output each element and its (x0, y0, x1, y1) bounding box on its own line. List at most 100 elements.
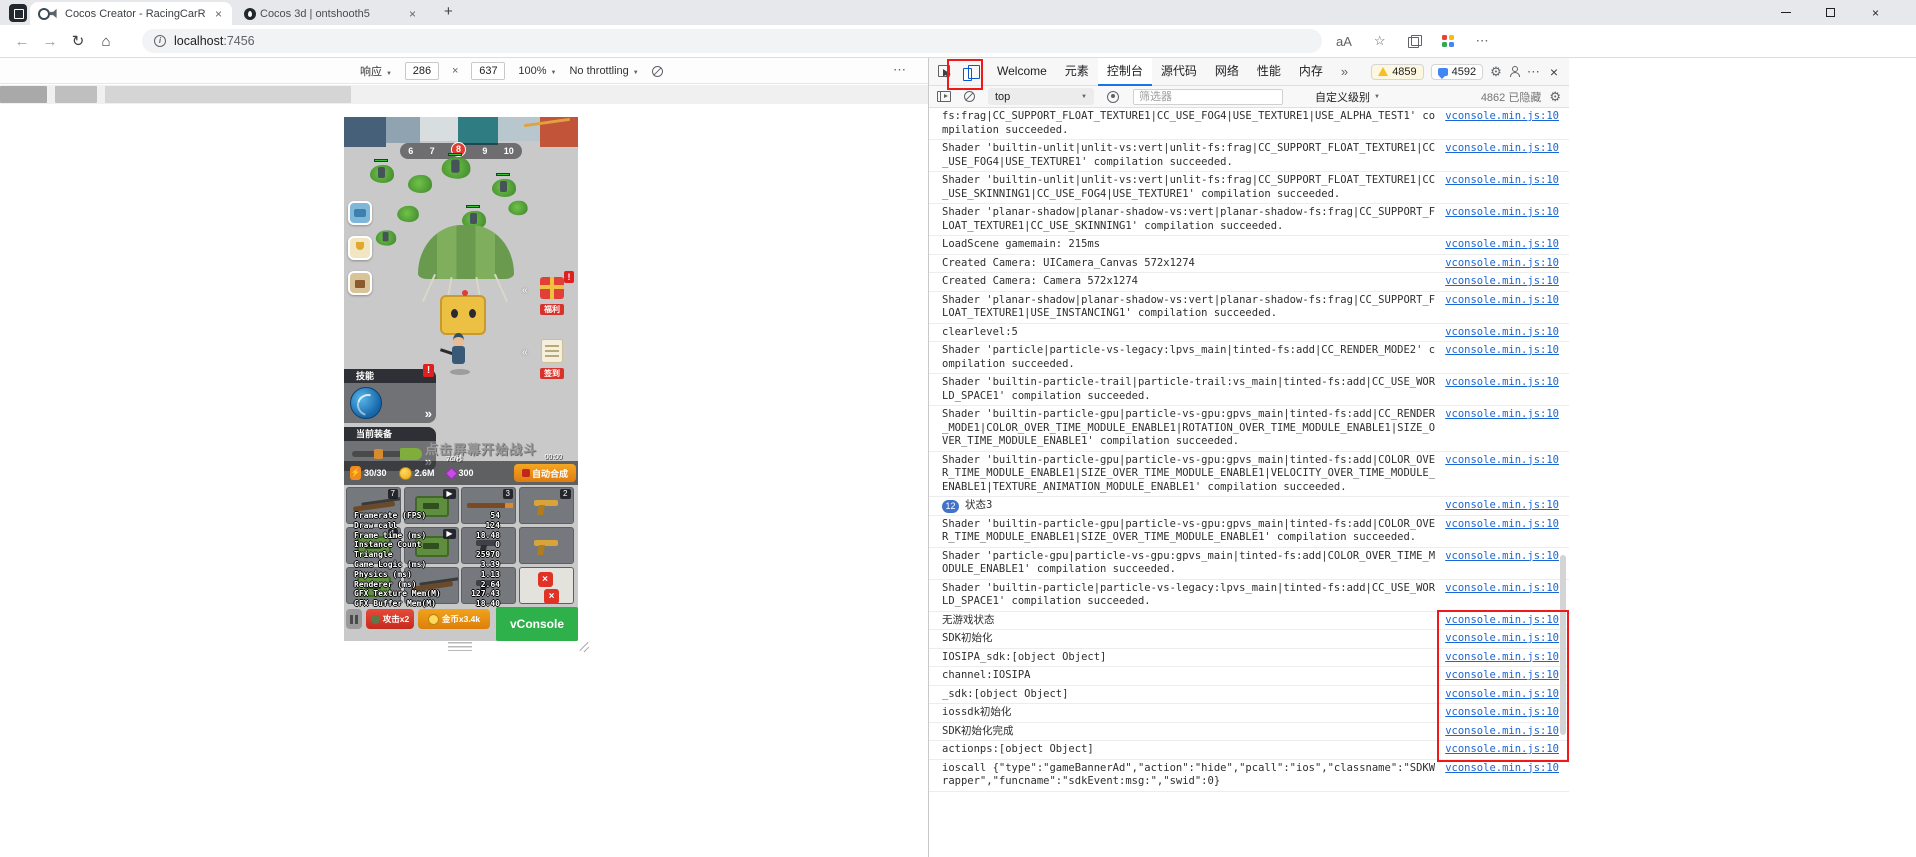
console-source-link[interactable]: vconsole.min.js:10 (1445, 275, 1559, 289)
console-source-link[interactable]: vconsole.min.js:10 (1445, 174, 1559, 188)
collections-icon[interactable] (1407, 35, 1422, 48)
console-source-link[interactable]: vconsole.min.js:10 (1445, 257, 1559, 271)
console-source-link[interactable]: vconsole.min.js:10 (1445, 518, 1559, 532)
devtools-tab-Welcome[interactable]: Welcome (988, 58, 1056, 86)
console-source-link[interactable]: vconsole.min.js:10 (1445, 294, 1559, 308)
settings-gear-icon[interactable]: ⚙ (1490, 64, 1502, 80)
maximize-button[interactable] (1808, 0, 1853, 25)
console-source-link[interactable]: vconsole.min.js:10 (1445, 632, 1559, 646)
console-settings-icon[interactable]: ⚙ (1549, 89, 1561, 105)
clear-console-icon[interactable] (964, 91, 975, 102)
media-query-chip[interactable] (105, 86, 351, 103)
console-source-link[interactable]: vconsole.min.js:10 (1445, 110, 1559, 124)
new-tab-button[interactable]: + (438, 3, 459, 20)
console-source-link[interactable]: vconsole.min.js:10 (1445, 238, 1559, 252)
devtools-tab-内存[interactable]: 内存 (1290, 58, 1332, 86)
console-scrollbar[interactable] (1559, 110, 1567, 855)
profile-icon[interactable] (1509, 66, 1520, 77)
refresh-icon[interactable]: ↻ (64, 32, 92, 50)
media-query-chip[interactable] (0, 86, 47, 103)
console-source-link[interactable]: vconsole.min.js:10 (1445, 725, 1559, 739)
welfare-button[interactable]: « ! 福利 (522, 271, 574, 317)
home-icon[interactable]: ⌂ (92, 33, 120, 50)
console-source-link[interactable]: vconsole.min.js:10 (1445, 499, 1559, 513)
expand-chevrons-icon[interactable]: » (425, 406, 432, 421)
console-source-link[interactable]: vconsole.min.js:10 (1445, 344, 1559, 358)
resize-corner[interactable] (578, 640, 590, 652)
console-source-link[interactable]: vconsole.min.js:10 (1445, 582, 1559, 596)
signin-button[interactable]: « 签到 (522, 339, 572, 381)
extensions-icon[interactable] (1441, 35, 1454, 47)
devtools-tab-»[interactable]: » (1332, 58, 1357, 86)
address-bar[interactable]: i localhost :7456 (142, 29, 1322, 53)
browser-tab-2[interactable]: Cocos 3d | ontshooth5 × (236, 2, 426, 25)
device-toolbar-more-icon[interactable]: ⋯ (893, 62, 906, 78)
skill-panel[interactable]: 技能 ! » (344, 364, 436, 423)
console-source-link[interactable]: vconsole.min.js:10 (1445, 688, 1559, 702)
device-width-input[interactable]: 286 (404, 62, 439, 80)
throttling-select[interactable]: No throttling ▼ (569, 65, 638, 77)
browser-more-icon[interactable]: ⋯ (1476, 33, 1489, 49)
coin-bonus-button[interactable]: 金币x3.4k (418, 609, 490, 629)
close-button[interactable]: × (1853, 0, 1898, 25)
live-expression-icon[interactable] (1107, 90, 1119, 103)
rotate-disabled-icon[interactable] (651, 65, 663, 77)
devtools-tab-网络[interactable]: 网络 (1206, 58, 1248, 86)
console-filter-input[interactable]: 筛选器 (1133, 88, 1283, 105)
back-icon[interactable]: ← (8, 33, 36, 50)
workspace-icon[interactable] (9, 4, 27, 22)
device-height-input[interactable]: 637 (471, 62, 506, 80)
devtools-tab-性能[interactable]: 性能 (1248, 58, 1290, 86)
devtools-close-icon[interactable]: × (1547, 64, 1561, 80)
site-info-icon[interactable]: i (154, 35, 166, 47)
console-source-link[interactable]: vconsole.min.js:10 (1445, 762, 1559, 776)
console-source-link[interactable]: vconsole.min.js:10 (1445, 454, 1559, 468)
media-query-chip[interactable] (55, 86, 97, 103)
console-source-link[interactable]: vconsole.min.js:10 (1445, 206, 1559, 220)
forward-icon[interactable]: → (36, 33, 64, 50)
console-source-link[interactable]: vconsole.min.js:10 (1445, 142, 1559, 156)
console-source-link[interactable]: vconsole.min.js:10 (1445, 376, 1559, 390)
translate-icon[interactable]: aA (1336, 34, 1352, 49)
inspect-element-icon[interactable] (938, 65, 951, 78)
devtools-tab-源代码[interactable]: 源代码 (1152, 58, 1206, 86)
console-source-link[interactable]: vconsole.min.js:10 (1445, 614, 1559, 628)
resize-handle[interactable] (448, 642, 472, 651)
message-count-badge[interactable]: 4592 (1430, 63, 1484, 80)
console-source-link[interactable]: vconsole.min.js:10 (1445, 743, 1559, 757)
auto-merge-button[interactable]: 自动合成 (514, 464, 576, 482)
console-source-link[interactable]: vconsole.min.js:10 (1445, 651, 1559, 665)
device-toolbar-toggle-icon[interactable] (963, 64, 980, 81)
warning-count-badge[interactable]: 4859 (1371, 63, 1424, 80)
devtools-tab-元素[interactable]: 元素 (1056, 58, 1098, 86)
device-mode-select[interactable]: 响应 ▼ (360, 63, 392, 79)
close-sticker-icon[interactable]: × (544, 589, 559, 604)
weapon-card[interactable]: 2 (518, 487, 574, 524)
console-source-link[interactable]: vconsole.min.js:10 (1445, 669, 1559, 683)
skill-icon[interactable] (350, 387, 382, 419)
browser-tab-1[interactable]: Cocos Creator - RacingCarR × (30, 2, 232, 25)
vconsole-button[interactable]: vConsole (496, 607, 578, 641)
weapon-card[interactable] (518, 527, 574, 564)
console-source-link[interactable]: vconsole.min.js:10 (1445, 326, 1559, 340)
audio-playing-icon[interactable] (50, 8, 57, 19)
console-source-link[interactable]: vconsole.min.js:10 (1445, 706, 1559, 720)
map-button[interactable] (348, 201, 372, 225)
devtools-more-icon[interactable]: ⋯ (1527, 64, 1540, 80)
favorites-star-icon[interactable]: ☆ (1374, 33, 1386, 49)
game-canvas[interactable]: 6 7 8 9 10 « ! 福利 « 签到 技能 ! » 当前装备 点击屏幕开… (344, 117, 578, 641)
tab-close-icon[interactable]: × (407, 7, 418, 21)
attack-x2-button[interactable]: 攻击x2 (366, 609, 414, 629)
minimize-button[interactable] (1763, 0, 1808, 25)
zoom-select[interactable]: 100% ▼ (518, 65, 556, 77)
pause-button[interactable] (346, 609, 362, 629)
execution-context-select[interactable]: top ▼ (988, 88, 1094, 105)
tab-close-icon[interactable]: × (213, 7, 224, 21)
trophy-button[interactable] (348, 236, 372, 260)
gift-box-button[interactable] (348, 271, 372, 295)
log-levels-select[interactable]: 自定义级别 ▼ (1315, 89, 1380, 105)
console-source-link[interactable]: vconsole.min.js:10 (1445, 408, 1559, 422)
console-source-link[interactable]: vconsole.min.js:10 (1445, 550, 1559, 564)
console-sidebar-icon[interactable] (937, 91, 951, 102)
devtools-tab-控制台[interactable]: 控制台 (1097, 57, 1152, 86)
